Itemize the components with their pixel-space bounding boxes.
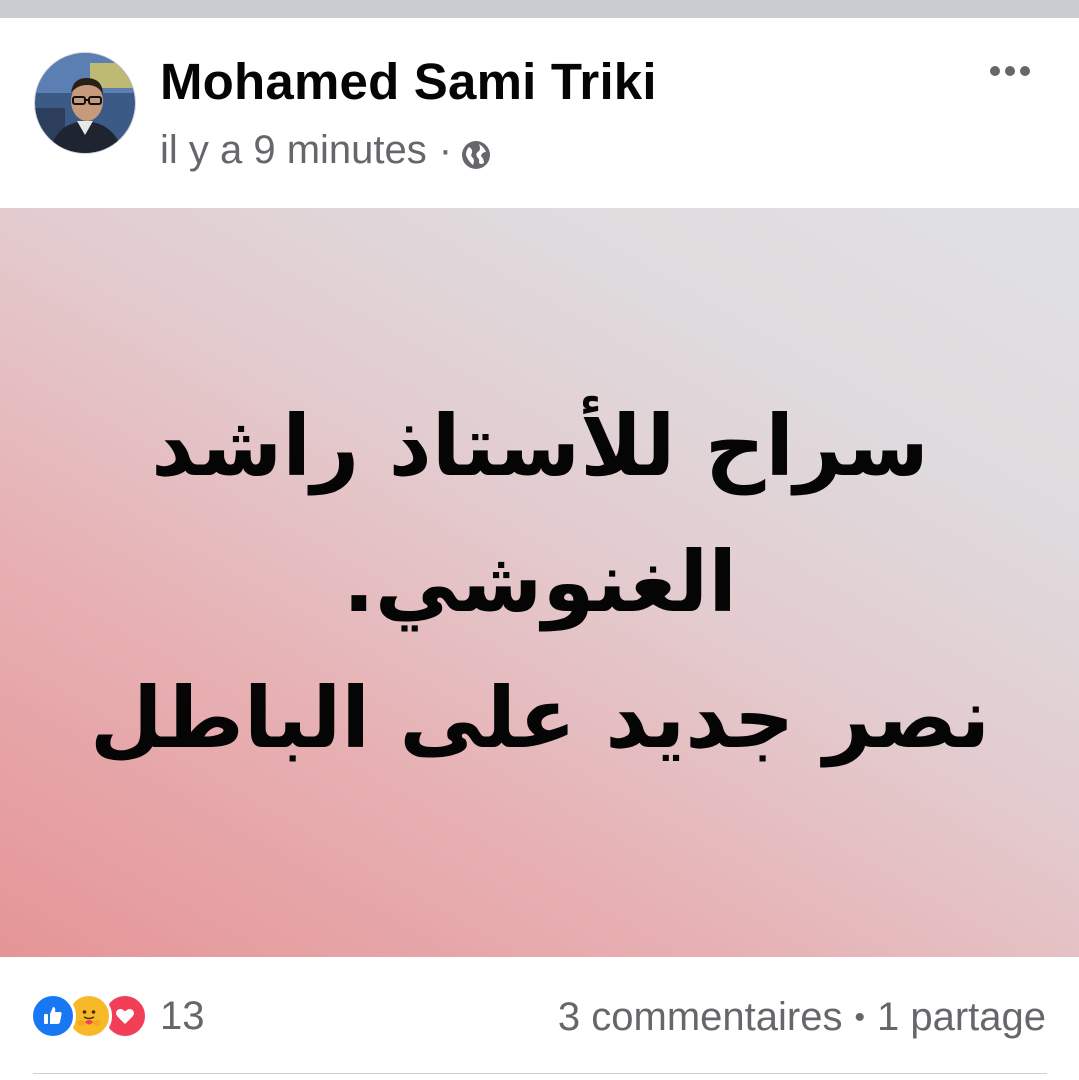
reaction-count: 13	[160, 993, 205, 1038]
more-dot	[1005, 66, 1015, 76]
post-body-line: سراح للأستاذ راشد	[151, 397, 929, 495]
post-footer: 13 3 commentaires • 1 partage	[0, 957, 1079, 1080]
engagement-stats: 3 commentaires • 1 partage	[558, 995, 1046, 1040]
meta-separator: ·	[438, 128, 453, 172]
shares-count-link[interactable]: 1 partage	[877, 995, 1046, 1040]
post-timestamp[interactable]: il y a 9 minutes	[160, 128, 427, 173]
globe-icon[interactable]	[460, 136, 492, 169]
stats-bullet: •	[854, 1000, 865, 1034]
more-dot	[1020, 66, 1030, 76]
more-dot	[990, 66, 1000, 76]
author-name[interactable]: Mohamed Sami Triki	[160, 52, 657, 111]
reactions-summary[interactable]: 13	[30, 993, 205, 1039]
post-meta: il y a 9 minutes ·	[160, 128, 492, 173]
comments-count-link[interactable]: 3 commentaires	[558, 995, 843, 1040]
post-header: Mohamed Sami Triki il y a 9 minutes ·	[0, 18, 1079, 208]
post-body-text: سراح للأستاذ راشد الغنوشي. نصر جديد على …	[60, 378, 1020, 786]
like-icon	[30, 993, 76, 1039]
divider	[33, 1073, 1047, 1074]
post-body-line: الغنوشي.	[342, 533, 738, 631]
feed-separator	[0, 0, 1079, 18]
post-text-background[interactable]: سراح للأستاذ راشد الغنوشي. نصر جديد على …	[0, 208, 1079, 957]
post-body-line: نصر جديد على الباطل	[89, 669, 991, 767]
more-options-icon[interactable]	[980, 56, 1040, 86]
author-avatar[interactable]	[34, 52, 136, 154]
